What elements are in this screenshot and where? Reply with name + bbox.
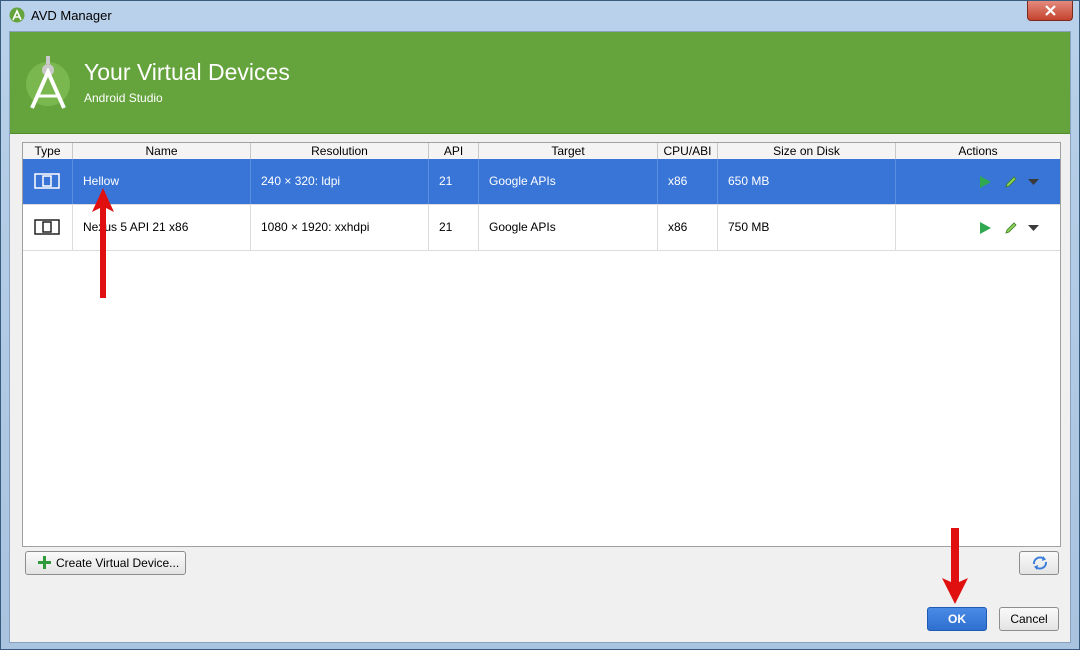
cpu-abi-cell: x86: [658, 205, 718, 250]
page-title: Your Virtual Devices: [84, 59, 290, 85]
chevron-down-icon[interactable]: [1028, 179, 1039, 185]
column-header-type[interactable]: Type: [23, 143, 73, 159]
api-cell: 21: [429, 205, 479, 250]
column-header-cpu-abi[interactable]: CPU/ABI: [658, 143, 718, 159]
play-icon[interactable]: [980, 176, 991, 188]
pencil-icon[interactable]: [1004, 175, 1018, 189]
api-cell: 21: [429, 159, 479, 204]
create-button-label: Create Virtual Device...: [56, 556, 180, 570]
dialog-content: Your Virtual Devices Android Studio Type…: [9, 31, 1071, 643]
table-header: Type Name Resolution API Target CPU/ABI …: [23, 143, 1060, 160]
actions-cell: [894, 159, 1060, 204]
virtual-devices-table: Type Name Resolution API Target CPU/ABI …: [22, 142, 1061, 547]
type-cell: [23, 205, 73, 250]
table-row[interactable]: Nexus 5 API 21 x86 1080 × 1920: xxhdpi 2…: [23, 205, 1060, 251]
page-subtitle: Android Studio: [84, 91, 163, 105]
annotation-arrow-up-icon: [92, 188, 114, 298]
resolution-cell: 240 × 320: ldpi: [251, 159, 429, 204]
target-cell: Google APIs: [479, 205, 658, 250]
actions-cell: [894, 205, 1060, 250]
play-icon[interactable]: [980, 222, 991, 234]
resolution-cell: 1080 × 1920: xxhdpi: [251, 205, 429, 250]
column-header-resolution[interactable]: Resolution: [251, 143, 429, 159]
type-cell: [23, 159, 73, 204]
size-on-disk-cell: 750 MB: [718, 205, 896, 250]
close-icon: [1045, 5, 1056, 16]
title-bar[interactable]: AVD Manager: [1, 1, 1079, 31]
target-cell: Google APIs: [479, 159, 658, 204]
column-header-size-on-disk[interactable]: Size on Disk: [718, 143, 896, 159]
android-studio-icon: [9, 7, 25, 23]
column-header-api[interactable]: API: [429, 143, 479, 159]
header-banner: Your Virtual Devices Android Studio: [10, 32, 1070, 134]
avd-manager-window: AVD Manager Your Virtual Devices Android…: [0, 0, 1080, 650]
create-virtual-device-button[interactable]: Create Virtual Device...: [25, 551, 186, 575]
close-button[interactable]: [1027, 1, 1073, 21]
chevron-down-icon[interactable]: [1028, 225, 1039, 231]
annotation-arrow-down-icon: [942, 528, 968, 604]
cancel-button[interactable]: Cancel: [999, 607, 1059, 631]
pencil-icon[interactable]: [1004, 221, 1018, 235]
table-row[interactable]: Hellow 240 × 320: ldpi 21 Google APIs x8…: [23, 159, 1060, 205]
column-header-name[interactable]: Name: [73, 143, 251, 159]
cpu-abi-cell: x86: [658, 159, 718, 204]
refresh-button[interactable]: [1019, 551, 1059, 575]
phone-device-icon: [34, 219, 60, 235]
plus-icon: [38, 556, 51, 569]
column-header-target[interactable]: Target: [479, 143, 658, 159]
ok-button[interactable]: OK: [927, 607, 987, 631]
column-header-actions: Actions: [958, 144, 998, 158]
phone-device-icon: [34, 173, 60, 189]
size-on-disk-cell: 650 MB: [718, 159, 896, 204]
refresh-icon: [1033, 556, 1047, 570]
window-title: AVD Manager: [31, 8, 112, 23]
android-studio-logo-icon: [26, 56, 70, 109]
